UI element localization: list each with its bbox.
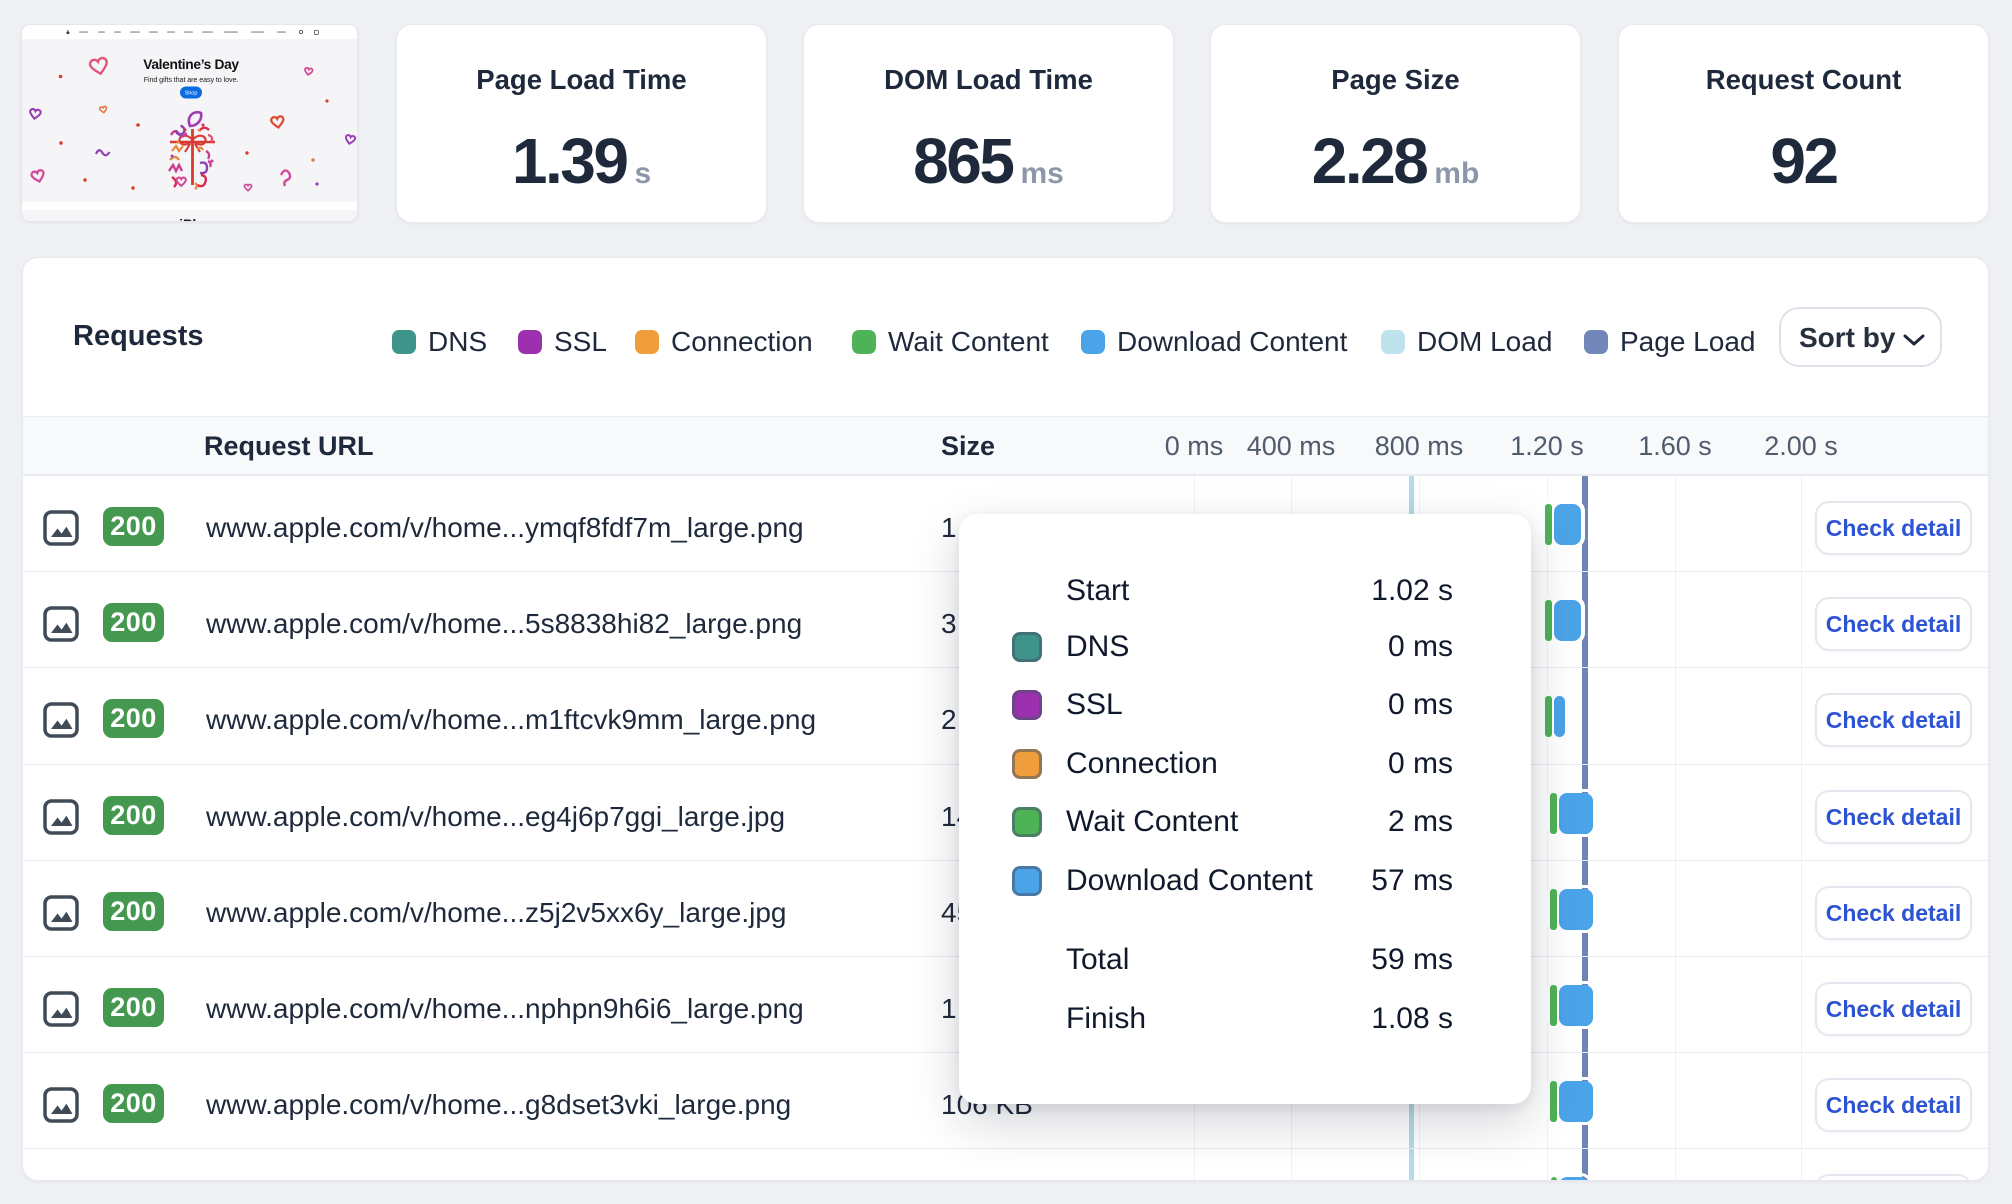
svg-text:Valentine’s Day: Valentine’s Day [143,57,239,72]
svg-text:iPh: iPh [179,216,201,222]
svg-text:Find gifts that are easy to lo: Find gifts that are easy to love. [144,75,239,84]
svg-text:Shop: Shop [185,91,198,97]
